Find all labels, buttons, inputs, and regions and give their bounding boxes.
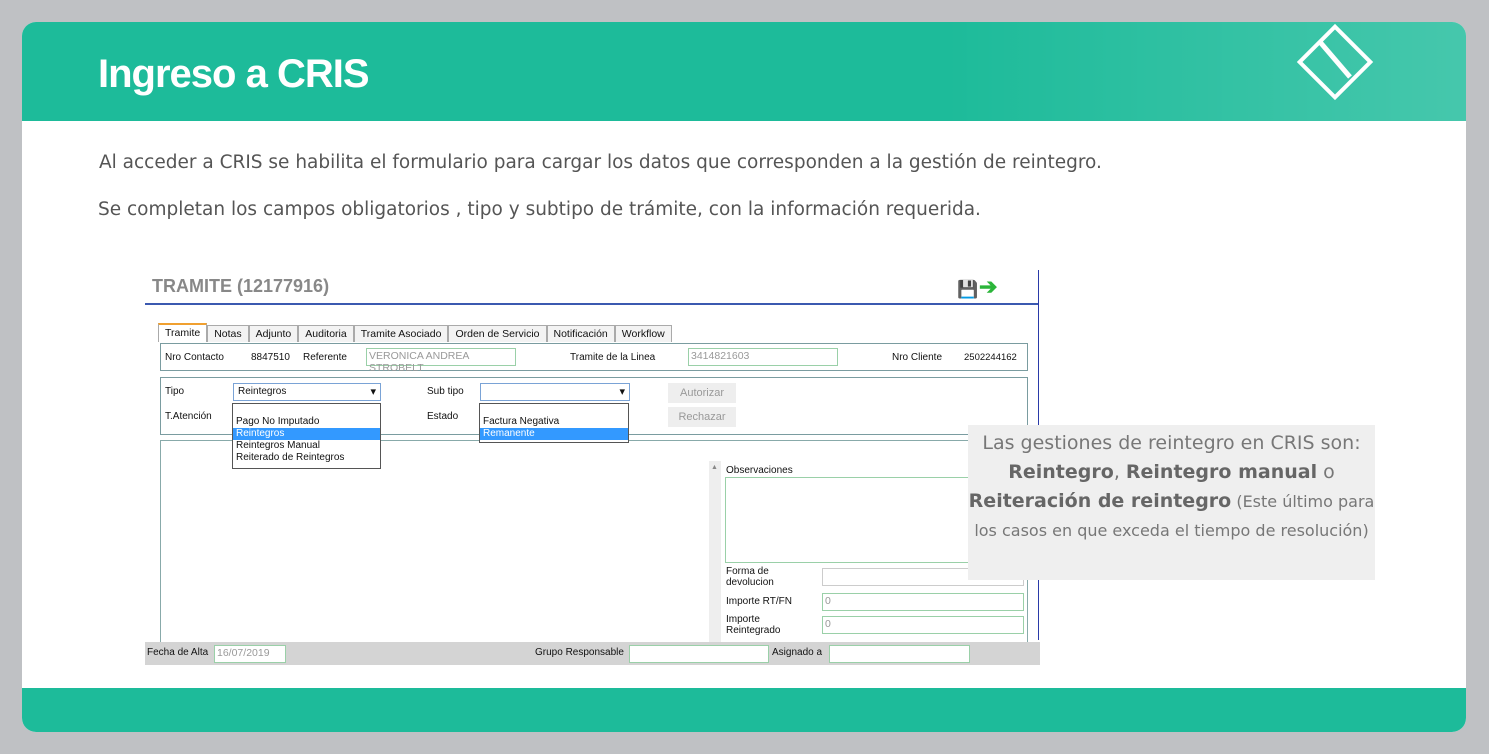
save-icon[interactable]: 💾 [957,280,978,300]
edit-icon [1296,23,1374,101]
referente-field[interactable]: VERONICA ANDREA STROBELT [366,348,516,374]
tab-notas[interactable]: Notas [207,325,249,342]
note-text: , [1113,461,1126,483]
t-atencion-label: T.Atención [165,411,212,422]
header-decoration [946,22,1466,121]
tab-bar: Tramite Notas Adjunto Auditoria Tramite … [158,323,672,342]
fecha-alta-field[interactable]: 16/07/2019 [214,645,286,663]
note-bold: Reintegro [1008,461,1114,483]
tipo-option[interactable]: Reintegros Manual [233,440,380,452]
note-bold: Reiteración de reintegro [968,490,1232,512]
tipo-dropdown: Pago No Imputado Reintegros Reintegros M… [232,403,381,469]
importe-rt-label: Importe RT/FN [726,596,792,607]
tipo-option-selected[interactable]: Reintegros [233,428,380,440]
tramite-linea-label: Tramite de la Linea [570,352,656,363]
scrollbar[interactable]: ▲ [709,461,721,646]
note-text: Las gestiones de reintegro en CRIS son: [982,432,1361,454]
referente-label: Referente [303,352,347,363]
slide-header: Ingreso a CRIS [22,22,1466,121]
tipo-option[interactable]: Reiterado de Reintegros [233,452,380,464]
forma-devolucion-label: Forma de devolucion [726,566,774,588]
grupo-responsable-field[interactable] [629,645,769,663]
subtipo-label: Sub tipo [427,386,464,397]
status-bar: Fecha de Alta 16/07/2019 Grupo Responsab… [145,642,1040,665]
tramite-linea-field[interactable]: 3414821603 [688,348,838,366]
observaciones-label: Observaciones [726,465,793,476]
callout-note: Las gestiones de reintegro en CRIS son: … [968,425,1375,580]
fecha-alta-label: Fecha de Alta [147,647,209,658]
note-bold: Reintegro manual [1125,461,1318,483]
tab-adjunto[interactable]: Adjunto [248,325,299,342]
note-text: o [1317,461,1335,483]
details-panel: ▲ Observaciones Forma de devolucion Impo… [160,440,1028,646]
intro-text-1: Al acceder a CRIS se habilita el formula… [99,152,1102,173]
slide: Ingreso a CRIS Al acceder a CRIS se habi… [22,22,1466,732]
grupo-responsable-label: Grupo Responsable [535,647,624,658]
tab-tramite-asociado[interactable]: Tramite Asociado [353,325,449,342]
subtipo-option-highlighted[interactable]: Remanente [480,428,628,440]
tab-auditoria[interactable]: Auditoria [298,325,354,342]
tramite-title: TRAMITE (12177916) [152,276,330,296]
arrow-right-icon[interactable]: ➔ [979,274,997,300]
tab-tramite[interactable]: Tramite [158,323,208,342]
tab-workflow[interactable]: Workflow [614,325,672,342]
subtipo-option[interactable]: Factura Negativa [480,416,628,428]
subtipo-select[interactable] [480,383,630,401]
nro-contacto-label: Nro Contacto [165,352,224,363]
importe-rt-field[interactable]: 0 [822,593,1024,611]
tipo-select[interactable]: Reintegros [233,383,381,401]
tipo-option[interactable]: Pago No Imputado [233,416,380,428]
subtipo-dropdown: Factura Negativa Remanente [479,403,629,443]
importe-reintegrado-label: Importe Reintegrado [726,614,781,636]
slide-footer [22,688,1466,732]
tab-orden-servicio[interactable]: Orden de Servicio [448,325,547,342]
tab-notificacion[interactable]: Notificación [546,325,615,342]
intro-text-2: Se completan los campos obligatorios , t… [98,199,981,220]
autorizar-button[interactable]: Autorizar [668,383,736,403]
nro-cliente-value: 2502244162 [964,352,1017,363]
rechazar-button[interactable]: Rechazar [668,407,736,427]
asignado-field[interactable] [829,645,970,663]
tipo-label: Tipo [165,386,185,397]
estado-label: Estado [427,411,459,422]
importe-reintegrado-field[interactable]: 0 [822,616,1024,634]
asignado-label: Asignado a [772,647,823,658]
slide-title: Ingreso a CRIS [98,52,370,96]
cris-screenshot: TRAMITE (12177916) 💾 ➔ Tramite Notas Adj… [145,270,1040,665]
nro-contacto-value: 8847510 [251,352,290,363]
contact-panel: Nro Contacto 8847510 Referente VERONICA … [160,343,1028,374]
nro-cliente-label: Nro Cliente [892,352,943,363]
